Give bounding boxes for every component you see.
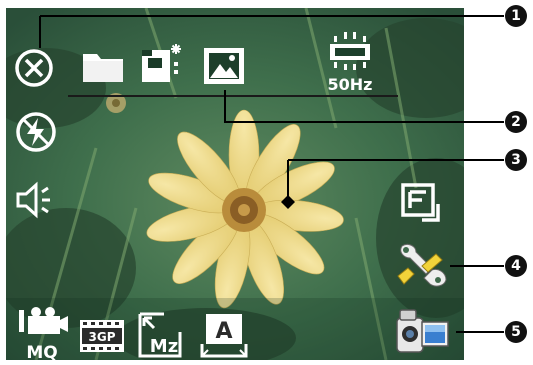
frequency-label: 50Hz — [328, 75, 373, 94]
size-label: Mz — [150, 336, 178, 357]
callout-3: 3 — [505, 149, 527, 171]
quality-label: MQ — [26, 343, 57, 360]
mode-label: A — [215, 319, 232, 344]
scene-mode-icon[interactable]: A — [200, 310, 248, 360]
image-icon[interactable] — [202, 46, 246, 86]
top-divider — [68, 95, 398, 97]
settings-icon[interactable] — [394, 240, 450, 290]
volume-icon[interactable] — [14, 180, 54, 220]
frame-icon[interactable] — [400, 182, 446, 224]
callout-4: 4 — [505, 255, 527, 277]
video-quality-icon[interactable]: MQ — [16, 304, 68, 360]
format-label: 3GP — [89, 330, 116, 344]
callout-2: 2 — [505, 111, 527, 133]
flash-off-icon[interactable] — [14, 110, 58, 154]
video-camera-icon[interactable] — [394, 304, 452, 360]
callout-1: 1 — [505, 5, 527, 27]
flicker-icon[interactable]: 50Hz — [326, 32, 374, 94]
close-icon[interactable] — [14, 48, 54, 88]
self-timer-icon[interactable] — [138, 40, 188, 86]
callout-5: 5 — [505, 321, 527, 343]
video-size-icon[interactable]: Mz — [136, 310, 186, 360]
format-3gp-icon[interactable]: 3GP — [78, 318, 126, 354]
folder-icon[interactable] — [80, 48, 126, 84]
